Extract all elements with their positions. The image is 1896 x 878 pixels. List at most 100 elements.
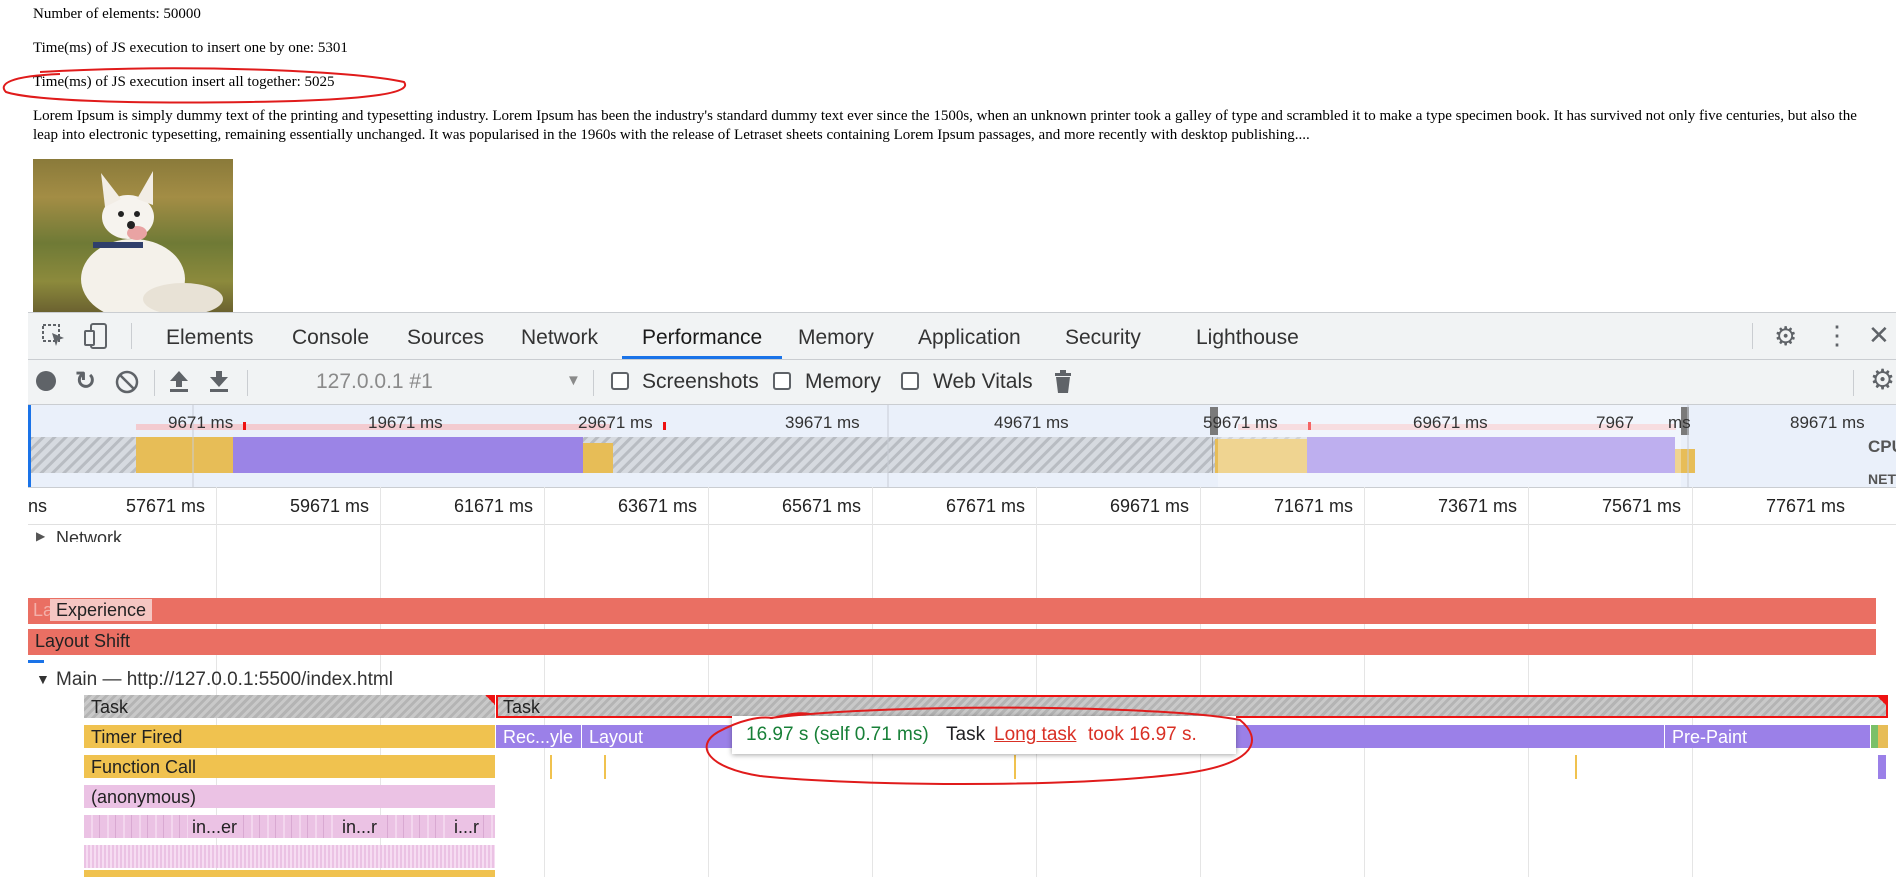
long-task-bar[interactable]: Task bbox=[496, 695, 1888, 718]
tab-performance[interactable]: Performance bbox=[622, 313, 783, 359]
web-vitals-label: Web Vitals bbox=[933, 370, 1033, 393]
record-icon[interactable] bbox=[35, 370, 57, 397]
network-track-header[interactable]: ▶ Network bbox=[28, 524, 148, 542]
tab-network[interactable]: Network bbox=[501, 313, 618, 359]
tab-sources[interactable]: Sources bbox=[387, 313, 504, 359]
task-bar[interactable]: Task bbox=[84, 695, 495, 718]
small-event-bar[interactable] bbox=[550, 755, 552, 779]
target-select[interactable]: 127.0.0.1 #1 bbox=[316, 370, 433, 394]
ruler-label: 73671 ms bbox=[1438, 496, 1518, 516]
web-vitals-checkbox[interactable] bbox=[901, 372, 919, 390]
ruler-label: 69671 ms bbox=[1110, 496, 1190, 516]
trash-icon[interactable] bbox=[1054, 370, 1072, 399]
devtools-tabbar: Elements Console Sources Network Perform… bbox=[28, 313, 1896, 360]
paint-bar[interactable] bbox=[1871, 725, 1888, 748]
dog-photo bbox=[33, 159, 233, 312]
tabbar-separator bbox=[131, 323, 132, 349]
reload-record-icon[interactable]: ↻ bbox=[75, 369, 96, 394]
toolbar-separator bbox=[593, 370, 594, 396]
collapse-arrow-icon[interactable]: ▼ bbox=[36, 671, 50, 687]
ruler-label: ns bbox=[28, 496, 48, 516]
ruler-label: 65671 ms bbox=[782, 496, 862, 516]
memory-label: Memory bbox=[805, 370, 881, 393]
cpu-label: CPU bbox=[1868, 437, 1896, 456]
small-event-bar[interactable] bbox=[1575, 755, 1577, 779]
tab-elements[interactable]: Elements bbox=[146, 313, 274, 359]
clear-icon[interactable] bbox=[115, 370, 139, 399]
grid-line bbox=[1036, 487, 1037, 877]
inspected-page: Number of elements: 50000 Time(ms) of JS… bbox=[0, 0, 1896, 312]
anonymous-bar[interactable]: (anonymous) bbox=[84, 785, 495, 808]
settings-gear-icon[interactable]: ⚙ bbox=[1774, 323, 1797, 349]
tooltip-duration: 16.97 s (self 0.71 ms) bbox=[746, 724, 929, 745]
tooltip-detail: took 16.97 s. bbox=[1088, 724, 1197, 745]
experience-track[interactable]: La Experience bbox=[28, 598, 1876, 624]
one-by-one-time-text: Time(ms) of JS execution to insert one b… bbox=[33, 40, 348, 56]
screenshots-label: Screenshots bbox=[642, 370, 759, 393]
overview-label: ms bbox=[1668, 413, 1691, 432]
overview-label: 19671 ms bbox=[368, 413, 443, 432]
track-focus-marker bbox=[28, 660, 44, 663]
overview-label: 69671 ms bbox=[1413, 413, 1488, 432]
lorem-paragraph: Lorem Ipsum is simply dummy text of the … bbox=[33, 108, 1857, 143]
grid-line bbox=[1200, 487, 1201, 877]
tab-memory[interactable]: Memory bbox=[778, 313, 894, 359]
deep-calls-row bbox=[84, 870, 495, 877]
close-devtools-icon[interactable]: ✕ bbox=[1868, 322, 1890, 348]
toolbar-separator bbox=[154, 370, 155, 396]
ruler-label: 57671 ms bbox=[126, 496, 206, 516]
ruler-label: 75671 ms bbox=[1602, 496, 1682, 516]
performance-toolbar: ↻ 127.0.0.1 #1 ▼ Screenshots Memory Web … bbox=[28, 360, 1896, 405]
together-time-text: Time(ms) of JS execution insert all toge… bbox=[33, 74, 335, 90]
load-profile-icon[interactable] bbox=[168, 369, 190, 398]
grid-line bbox=[708, 487, 709, 877]
timeline-overview[interactable]: 9671 ms 19671 ms 29671 ms 39671 ms 49671… bbox=[28, 405, 1896, 488]
timer-fired-bar[interactable]: Timer Fired bbox=[84, 725, 495, 748]
more-options-icon[interactable]: ⋮ bbox=[1824, 322, 1850, 348]
deep-calls-row bbox=[84, 845, 495, 868]
elements-count-text: Number of elements: 50000 bbox=[33, 6, 201, 22]
device-toolbar-icon[interactable] bbox=[84, 323, 108, 354]
overview-label: 29671 ms bbox=[578, 413, 653, 432]
recalc-style-bar[interactable]: Rec...yle bbox=[496, 725, 581, 748]
layout-shift-event[interactable]: Layout Shift bbox=[28, 629, 1876, 655]
small-event-bar[interactable] bbox=[1014, 755, 1016, 779]
long-task-link[interactable]: Long task bbox=[994, 716, 1076, 754]
event-tooltip: 16.97 s (self 0.71 ms) Task Long task to… bbox=[732, 716, 1236, 754]
chevron-down-icon[interactable]: ▼ bbox=[566, 372, 581, 389]
screenshots-checkbox[interactable] bbox=[611, 372, 629, 390]
ruler-label: 61671 ms bbox=[454, 496, 534, 516]
capture-settings-gear-icon[interactable]: ⚙ bbox=[1870, 366, 1895, 394]
ruler-label: 67671 ms bbox=[946, 496, 1026, 516]
small-event-bar[interactable] bbox=[1878, 755, 1886, 779]
time-ruler: ns 57671 ms 59671 ms 61671 ms 63671 ms 6… bbox=[28, 488, 1896, 525]
inner-call-label[interactable]: in...r bbox=[338, 815, 382, 838]
memory-checkbox[interactable] bbox=[773, 372, 791, 390]
network-track-label: Network bbox=[56, 528, 123, 542]
ruler-label: 59671 ms bbox=[290, 496, 370, 516]
overview-label: 7967 bbox=[1596, 413, 1634, 432]
main-thread-header[interactable]: ▼ Main — http://127.0.0.1:5500/index.htm… bbox=[28, 668, 628, 692]
tab-lighthouse[interactable]: Lighthouse bbox=[1176, 313, 1319, 359]
ruler-label: 77671 ms bbox=[1766, 496, 1846, 516]
tab-application[interactable]: Application bbox=[898, 313, 1041, 359]
overview-label: 49671 ms bbox=[994, 413, 1069, 432]
overview-label: 89671 ms bbox=[1790, 413, 1865, 432]
small-event-bar[interactable] bbox=[604, 755, 606, 779]
save-profile-icon[interactable] bbox=[208, 369, 230, 398]
overview-label: 39671 ms bbox=[785, 413, 860, 432]
inner-call-label[interactable]: i...r bbox=[450, 815, 483, 838]
expand-arrow-icon[interactable]: ▶ bbox=[36, 529, 45, 542]
inner-calls-row: in...er in...r i...r bbox=[84, 815, 495, 838]
pre-paint-bar[interactable]: Pre-Paint bbox=[1664, 725, 1870, 748]
grid-line bbox=[872, 487, 873, 877]
long-task-marker bbox=[485, 695, 495, 705]
tab-console[interactable]: Console bbox=[272, 313, 389, 359]
tabbar-separator bbox=[1752, 323, 1753, 349]
inner-call-label[interactable]: in...er bbox=[188, 815, 242, 838]
function-call-bar[interactable]: Function Call bbox=[84, 755, 495, 778]
tab-security[interactable]: Security bbox=[1045, 313, 1161, 359]
inspect-element-icon[interactable] bbox=[42, 324, 66, 353]
ruler-label: 71671 ms bbox=[1274, 496, 1354, 516]
main-thread-label: Main — http://127.0.0.1:5500/index.html bbox=[56, 669, 393, 690]
